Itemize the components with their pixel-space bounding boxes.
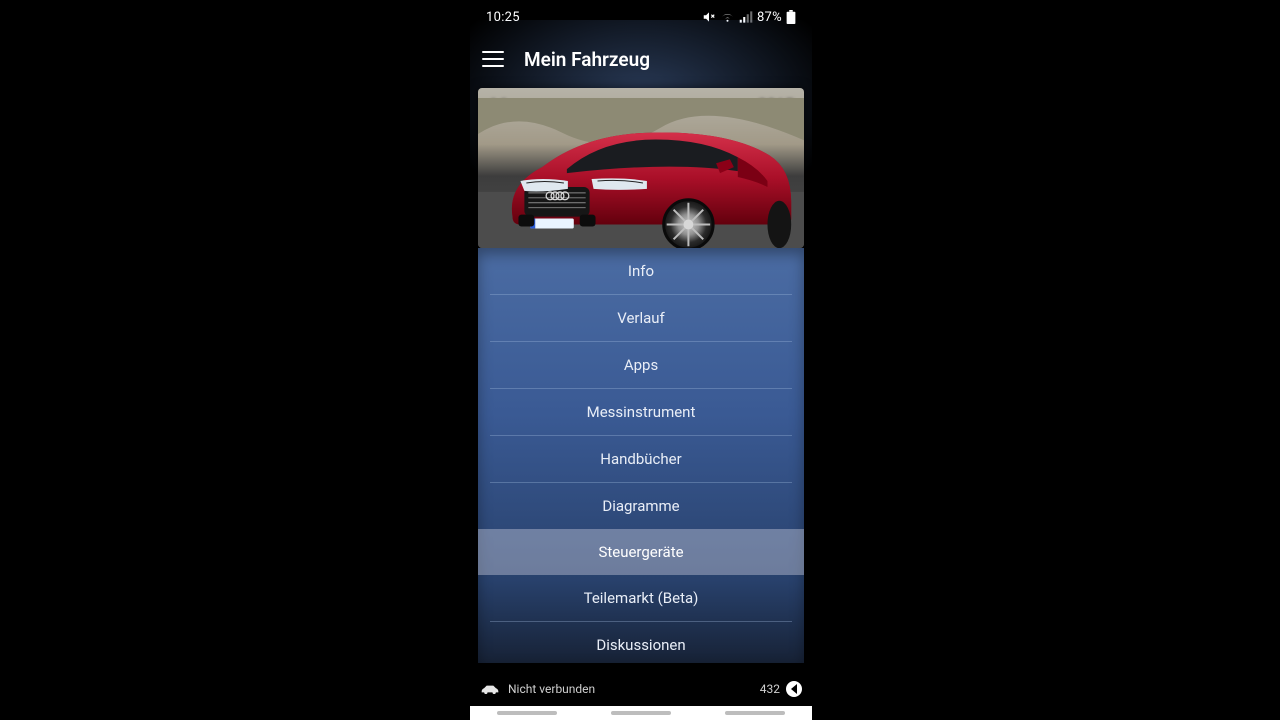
nav-back-icon[interactable] bbox=[725, 711, 785, 715]
signal-icon bbox=[739, 11, 753, 23]
mute-icon bbox=[702, 10, 716, 24]
menu-item-steuergeraete[interactable]: Steuergeräte bbox=[478, 529, 804, 575]
menu-icon[interactable] bbox=[482, 51, 504, 67]
menu-item-label: Teilemarkt (Beta) bbox=[584, 589, 699, 607]
car-status-icon bbox=[480, 683, 500, 695]
menu-item-info[interactable]: Info bbox=[478, 248, 804, 294]
menu-item-label: Messinstrument bbox=[587, 403, 696, 421]
menu-item-handbuecher[interactable]: Handbücher bbox=[478, 436, 804, 482]
vehicle-hero[interactable]: A6 2015 bbox=[478, 88, 804, 248]
menu-item-teilemarkt[interactable]: Teilemarkt (Beta) bbox=[478, 575, 804, 621]
menu-item-label: Handbücher bbox=[600, 450, 681, 468]
menu-item-verlauf[interactable]: Verlauf bbox=[478, 295, 804, 341]
menu-list: Info Verlauf Apps Messinstrument Handbüc… bbox=[478, 248, 804, 663]
status-battery-text: 87% bbox=[757, 10, 782, 25]
menu-item-label: Steuergeräte bbox=[598, 543, 683, 561]
connection-status: Nicht verbunden bbox=[508, 682, 595, 696]
android-nav-bar bbox=[470, 706, 812, 720]
menu-item-diagramme[interactable]: Diagramme bbox=[478, 483, 804, 529]
menu-item-label: Info bbox=[628, 262, 654, 280]
menu-item-label: Diagramme bbox=[602, 497, 679, 515]
nav-recent-icon[interactable] bbox=[497, 711, 557, 715]
connection-bar: Nicht verbunden 432 bbox=[478, 675, 804, 703]
phone-frame: 10:25 87% Mein Fahrzeug A6 2015 bbox=[470, 0, 812, 720]
menu-item-messinstrument[interactable]: Messinstrument bbox=[478, 389, 804, 435]
status-time: 10:25 bbox=[486, 10, 520, 25]
page-title: Mein Fahrzeug bbox=[524, 48, 650, 71]
menu-item-label: Diskussionen bbox=[596, 636, 685, 654]
battery-icon bbox=[786, 10, 796, 24]
vehicle-image bbox=[478, 98, 804, 248]
status-bar: 10:25 87% bbox=[470, 0, 812, 34]
menu-item-label: Apps bbox=[624, 356, 658, 374]
nav-home-icon[interactable] bbox=[611, 711, 671, 715]
wifi-icon bbox=[720, 11, 735, 23]
status-right: 87% bbox=[702, 10, 796, 25]
connection-count: 432 bbox=[760, 682, 780, 696]
menu-item-label: Verlauf bbox=[617, 309, 665, 327]
menu-item-diskussionen[interactable]: Diskussionen bbox=[478, 622, 804, 663]
menu-item-apps[interactable]: Apps bbox=[478, 342, 804, 388]
app-bar: Mein Fahrzeug bbox=[470, 34, 812, 84]
connection-indicator-icon[interactable] bbox=[786, 681, 802, 697]
